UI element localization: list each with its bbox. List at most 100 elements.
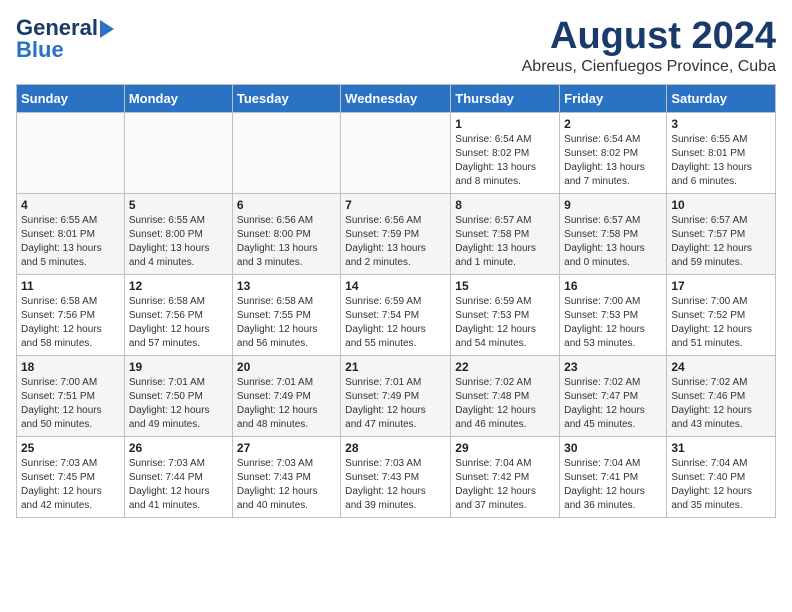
calendar-cell: 28 Sunrise: 7:03 AM Sunset: 7:43 PM Dayli…	[341, 436, 451, 517]
day-number: 7	[345, 198, 446, 212]
day-info: Sunrise: 7:02 AM Sunset: 7:46 PM Dayligh…	[671, 376, 771, 432]
calendar-cell: 10Sunrise: 6:57 AM Sunset: 7:57 PM Dayli…	[667, 193, 776, 274]
day-info: Sunrise: 6:57 AM Sunset: 7:58 PM Dayligh…	[564, 214, 662, 270]
day-number: 19	[129, 360, 228, 374]
day-info: Sunrise: 7:03 AM Sunset: 7:43 PM Dayligh…	[345, 457, 446, 513]
calendar-cell: 25 Sunrise: 7:03 AM Sunset: 7:45 PM Dayli…	[17, 436, 125, 517]
day-number: 25	[21, 441, 120, 455]
calendar-week-row: 4 Sunrise: 6:55 AM Sunset: 8:01 PM Daylig…	[17, 193, 776, 274]
calendar-cell: 26 Sunrise: 7:03 AM Sunset: 7:44 PM Dayli…	[124, 436, 232, 517]
day-number: 12	[129, 279, 228, 293]
day-header-saturday: Saturday	[667, 84, 776, 112]
title-section: August 2024 Abreus, Cienfuegos Province,…	[522, 16, 776, 76]
day-info: Sunrise: 6:54 AM Sunset: 8:02 PM Dayligh…	[455, 133, 555, 189]
calendar-cell: 9 Sunrise: 6:57 AM Sunset: 7:58 PM Daylig…	[560, 193, 667, 274]
calendar-cell: 1Sunrise: 6:54 AM Sunset: 8:02 PM Daylig…	[451, 112, 560, 193]
day-number: 3	[671, 117, 771, 131]
day-header-thursday: Thursday	[451, 84, 560, 112]
day-number: 20	[237, 360, 336, 374]
day-info: Sunrise: 6:56 AM Sunset: 8:00 PM Dayligh…	[237, 214, 336, 270]
calendar-cell: 4 Sunrise: 6:55 AM Sunset: 8:01 PM Daylig…	[17, 193, 125, 274]
calendar-week-row: 11 Sunrise: 6:58 AM Sunset: 7:56 PM Dayli…	[17, 274, 776, 355]
day-info: Sunrise: 7:00 AM Sunset: 7:51 PM Dayligh…	[21, 376, 120, 432]
day-number: 11	[21, 279, 120, 293]
calendar-cell: 2Sunrise: 6:54 AM Sunset: 8:02 PM Daylig…	[560, 112, 667, 193]
calendar-cell: 14Sunrise: 6:59 AM Sunset: 7:54 PM Dayli…	[341, 274, 451, 355]
day-info: Sunrise: 7:02 AM Sunset: 7:48 PM Dayligh…	[455, 376, 555, 432]
day-info: Sunrise: 6:55 AM Sunset: 8:01 PM Dayligh…	[21, 214, 120, 270]
calendar-cell: 17Sunrise: 7:00 AM Sunset: 7:52 PM Dayli…	[667, 274, 776, 355]
day-number: 30	[564, 441, 662, 455]
day-number: 24	[671, 360, 771, 374]
day-info: Sunrise: 7:04 AM Sunset: 7:41 PM Dayligh…	[564, 457, 662, 513]
calendar-cell	[17, 112, 125, 193]
day-number: 4	[21, 198, 120, 212]
day-info: Sunrise: 7:03 AM Sunset: 7:43 PM Dayligh…	[237, 457, 336, 513]
calendar-cell	[232, 112, 340, 193]
day-number: 31	[671, 441, 771, 455]
page-header: General Blue August 2024 Abreus, Cienfue…	[16, 16, 776, 76]
calendar-cell: 18 Sunrise: 7:00 AM Sunset: 7:51 PM Dayli…	[17, 355, 125, 436]
day-header-monday: Monday	[124, 84, 232, 112]
day-info: Sunrise: 7:01 AM Sunset: 7:49 PM Dayligh…	[345, 376, 446, 432]
calendar-week-row: 25 Sunrise: 7:03 AM Sunset: 7:45 PM Dayli…	[17, 436, 776, 517]
calendar-cell: 8 Sunrise: 6:57 AM Sunset: 7:58 PM Daylig…	[451, 193, 560, 274]
calendar-cell: 20 Sunrise: 7:01 AM Sunset: 7:49 PM Dayli…	[232, 355, 340, 436]
logo-text-blue: Blue	[16, 38, 64, 62]
month-title: August 2024	[522, 16, 776, 58]
day-info: Sunrise: 6:58 AM Sunset: 7:55 PM Dayligh…	[237, 295, 336, 351]
day-number: 26	[129, 441, 228, 455]
day-number: 28	[345, 441, 446, 455]
day-number: 13	[237, 279, 336, 293]
day-info: Sunrise: 7:03 AM Sunset: 7:45 PM Dayligh…	[21, 457, 120, 513]
day-number: 2	[564, 117, 662, 131]
day-number: 9	[564, 198, 662, 212]
day-info: Sunrise: 6:56 AM Sunset: 7:59 PM Dayligh…	[345, 214, 446, 270]
day-info: Sunrise: 7:00 AM Sunset: 7:53 PM Dayligh…	[564, 295, 662, 351]
calendar-cell: 12 Sunrise: 6:58 AM Sunset: 7:56 PM Dayli…	[124, 274, 232, 355]
calendar-week-row: 1Sunrise: 6:54 AM Sunset: 8:02 PM Daylig…	[17, 112, 776, 193]
calendar-cell: 15Sunrise: 6:59 AM Sunset: 7:53 PM Dayli…	[451, 274, 560, 355]
calendar-cell: 23Sunrise: 7:02 AM Sunset: 7:47 PM Dayli…	[560, 355, 667, 436]
day-number: 5	[129, 198, 228, 212]
calendar-cell: 22 Sunrise: 7:02 AM Sunset: 7:48 PM Dayli…	[451, 355, 560, 436]
calendar-cell	[341, 112, 451, 193]
day-info: Sunrise: 6:55 AM Sunset: 8:00 PM Dayligh…	[129, 214, 228, 270]
day-info: Sunrise: 6:57 AM Sunset: 7:58 PM Dayligh…	[455, 214, 555, 270]
calendar-cell: 29Sunrise: 7:04 AM Sunset: 7:42 PM Dayli…	[451, 436, 560, 517]
calendar-cell: 5 Sunrise: 6:55 AM Sunset: 8:00 PM Daylig…	[124, 193, 232, 274]
day-info: Sunrise: 7:00 AM Sunset: 7:52 PM Dayligh…	[671, 295, 771, 351]
calendar-table: SundayMondayTuesdayWednesdayThursdayFrid…	[16, 84, 776, 518]
calendar-cell: 31Sunrise: 7:04 AM Sunset: 7:40 PM Dayli…	[667, 436, 776, 517]
calendar-cell: 27 Sunrise: 7:03 AM Sunset: 7:43 PM Dayli…	[232, 436, 340, 517]
day-number: 8	[455, 198, 555, 212]
day-info: Sunrise: 6:58 AM Sunset: 7:56 PM Dayligh…	[129, 295, 228, 351]
day-number: 27	[237, 441, 336, 455]
calendar-cell	[124, 112, 232, 193]
day-number: 18	[21, 360, 120, 374]
day-info: Sunrise: 6:55 AM Sunset: 8:01 PM Dayligh…	[671, 133, 771, 189]
day-number: 6	[237, 198, 336, 212]
day-info: Sunrise: 7:03 AM Sunset: 7:44 PM Dayligh…	[129, 457, 228, 513]
day-number: 22	[455, 360, 555, 374]
calendar-cell: 24 Sunrise: 7:02 AM Sunset: 7:46 PM Dayli…	[667, 355, 776, 436]
calendar-cell: 19Sunrise: 7:01 AM Sunset: 7:50 PM Dayli…	[124, 355, 232, 436]
day-info: Sunrise: 6:58 AM Sunset: 7:56 PM Dayligh…	[21, 295, 120, 351]
calendar-cell: 6 Sunrise: 6:56 AM Sunset: 8:00 PM Daylig…	[232, 193, 340, 274]
day-number: 10	[671, 198, 771, 212]
day-header-wednesday: Wednesday	[341, 84, 451, 112]
calendar-cell: 21Sunrise: 7:01 AM Sunset: 7:49 PM Dayli…	[341, 355, 451, 436]
day-header-sunday: Sunday	[17, 84, 125, 112]
day-number: 23	[564, 360, 662, 374]
calendar-cell: 16Sunrise: 7:00 AM Sunset: 7:53 PM Dayli…	[560, 274, 667, 355]
calendar-cell: 13 Sunrise: 6:58 AM Sunset: 7:55 PM Dayli…	[232, 274, 340, 355]
day-number: 29	[455, 441, 555, 455]
calendar-cell: 7 Sunrise: 6:56 AM Sunset: 7:59 PM Daylig…	[341, 193, 451, 274]
day-number: 14	[345, 279, 446, 293]
location-subtitle: Abreus, Cienfuegos Province, Cuba	[522, 58, 776, 76]
day-info: Sunrise: 7:01 AM Sunset: 7:49 PM Dayligh…	[237, 376, 336, 432]
logo-arrow-icon	[100, 20, 114, 38]
calendar-cell: 11 Sunrise: 6:58 AM Sunset: 7:56 PM Dayli…	[17, 274, 125, 355]
calendar-cell: 30 Sunrise: 7:04 AM Sunset: 7:41 PM Dayli…	[560, 436, 667, 517]
calendar-week-row: 18 Sunrise: 7:00 AM Sunset: 7:51 PM Dayli…	[17, 355, 776, 436]
